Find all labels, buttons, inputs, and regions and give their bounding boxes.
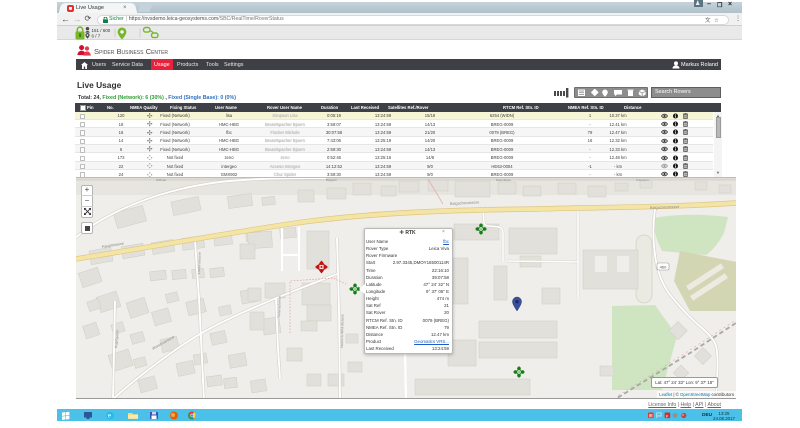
svg-text:Lindenstrasse: Lindenstrasse [197, 252, 202, 274]
svg-text:Tiefenackerstr.: Tiefenackerstr. [277, 295, 282, 318]
svg-text:151 / 600: 151 / 600 [92, 27, 111, 32]
svg-text:Balgach: Balgach [326, 178, 337, 182]
svg-text:6 / 7: 6 / 7 [92, 33, 101, 38]
svg-text:Kriessern: Kriessern [636, 178, 649, 182]
svg-text:Diepoldsau: Diepoldsau [496, 178, 511, 182]
svg-text:⊞: ⊞ [649, 413, 653, 418]
svg-text:Widnau: Widnau [156, 178, 167, 182]
svg-text:460: 460 [660, 264, 667, 269]
svg-text:Heinrich-Wild-Strasse: Heinrich-Wild-Strasse [340, 314, 345, 348]
